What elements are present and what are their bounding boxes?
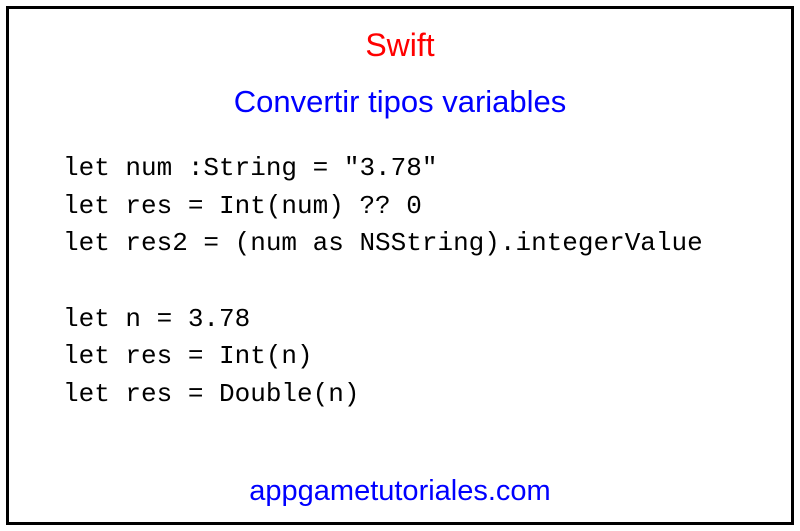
page-subtitle: Convertir tipos variables: [49, 84, 751, 120]
page-title: Swift: [49, 27, 751, 64]
code-snippet: let num :String = "3.78" let res = Int(n…: [49, 150, 751, 467]
footer-link: appgametutoriales.com: [49, 475, 751, 508]
tutorial-card: Swift Convertir tipos variables let num …: [6, 6, 794, 525]
